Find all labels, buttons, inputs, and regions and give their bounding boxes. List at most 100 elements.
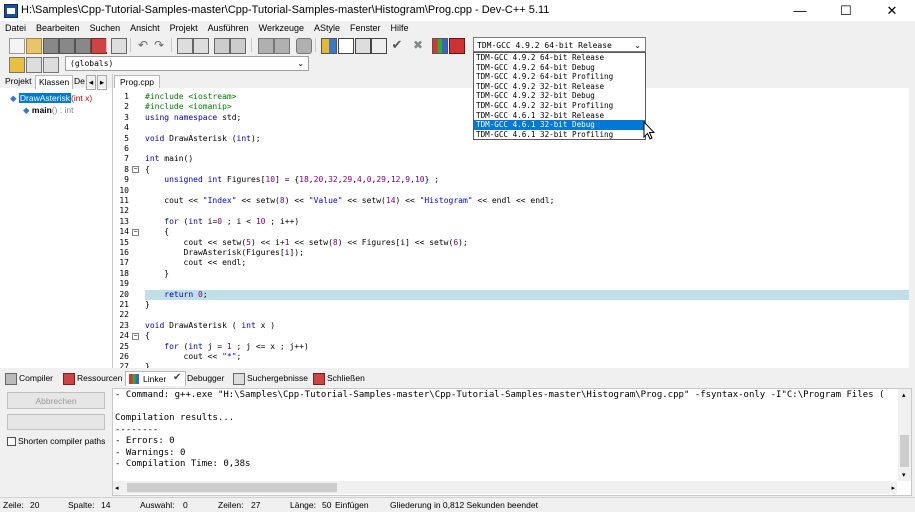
tree-item-drawasterisk[interactable]: ◆ DrawAsterisk(int x) [10, 93, 92, 104]
code-line[interactable]: DrawAsterisk(Figures[i]); [145, 248, 304, 257]
tab-projekt[interactable]: Projekt [2, 75, 34, 88]
line-number: 16 [119, 248, 129, 257]
delete-profile-icon[interactable] [449, 38, 465, 54]
output-vertical-scrollbar[interactable]: ▴ ▾ [898, 389, 911, 481]
menu-projekt[interactable]: Projekt [165, 23, 203, 33]
line-number: 15 [119, 237, 129, 247]
code-line[interactable]: { [145, 165, 150, 174]
compiler-option[interactable]: TDM-GCC 4.9.2 32-bit Release [474, 82, 645, 92]
tab-schliessen[interactable]: Schließen [310, 371, 385, 385]
scrollbar-thumb[interactable] [127, 483, 337, 492]
menu-ausfuehren[interactable]: Ausführen [203, 23, 254, 33]
tab-scroll-left-icon[interactable]: ◂ [86, 75, 96, 90]
scroll-up-icon[interactable]: ▴ [902, 391, 906, 399]
menu-astyle[interactable]: AStyle [309, 23, 345, 33]
editor-scrollbar[interactable] [909, 88, 912, 368]
code-line[interactable]: return 0; [145, 290, 207, 299]
compile-icon[interactable] [321, 38, 337, 54]
code-line[interactable]: cout << endl; [145, 258, 247, 267]
minimize-button[interactable]: — [777, 0, 823, 21]
new-file-icon[interactable] [9, 38, 25, 54]
code-line[interactable]: void DrawAsterisk ( int x ) [145, 321, 275, 330]
fold-toggle-icon[interactable]: − [132, 228, 139, 236]
profile-icon[interactable] [432, 38, 448, 54]
code-line[interactable]: for (int j = 1 ; j <= x ; j++) [145, 342, 309, 351]
tab-scroll-right-icon[interactable]: ▸ [97, 75, 107, 90]
insert-icon[interactable] [9, 57, 25, 73]
goto-line-icon[interactable] [214, 38, 230, 54]
compiler-output[interactable]: - Command: g++.exe "H:\Samples\Cpp-Tutor… [112, 388, 912, 496]
shorten-paths-checkbox[interactable] [7, 437, 16, 446]
menu-suchen[interactable]: Suchen [85, 23, 126, 33]
bookmark-icon[interactable] [230, 38, 246, 54]
menu-fenster[interactable]: Fenster [345, 23, 386, 33]
goto-bookmark-icon[interactable] [43, 57, 59, 73]
menu-hilfe[interactable]: Hilfe [386, 23, 414, 33]
output-horizontal-scrollbar[interactable]: ◂ ▸ [113, 481, 897, 494]
line-number: 21 [119, 300, 129, 309]
code-line[interactable]: #include <iostream> [145, 92, 237, 101]
toggle-bookmark-icon[interactable] [26, 57, 42, 73]
close-all-icon[interactable] [91, 38, 107, 54]
scrollbar-thumb[interactable] [900, 435, 909, 467]
compiler-option[interactable]: TDM-GCC 4.9.2 32-bit Profiling [474, 101, 645, 111]
code-line[interactable]: unsigned int Figures[10] = {18,20,32,29,… [145, 175, 439, 184]
syntax-check-icon[interactable]: ✔ [390, 38, 404, 52]
unindent-icon[interactable] [258, 38, 274, 54]
menu-werkzeuge[interactable]: Werkzeuge [254, 23, 309, 33]
compiler-option[interactable]: TDM-GCC 4.6.1 32-bit Release [474, 111, 645, 121]
code-line[interactable]: int main() [145, 154, 193, 163]
line-number: 26 [119, 352, 129, 361]
save-icon[interactable] [43, 38, 59, 54]
code-line[interactable]: { [145, 331, 150, 340]
tab-klassen[interactable]: Klassen [35, 75, 74, 89]
redo-icon[interactable]: ↷ [152, 38, 166, 52]
compiler-option[interactable]: TDM-GCC 4.6.1 32-bit Profiling [474, 130, 645, 140]
menu-datei[interactable]: Datei [0, 23, 31, 33]
undo-icon[interactable]: ↶ [136, 38, 150, 52]
compiler-select[interactable]: TDM-GCC 4.9.2 64-bit Release ⌄ [473, 37, 646, 52]
globals-select[interactable]: (globals) ⌄ [65, 56, 309, 71]
save-all-icon[interactable] [59, 38, 75, 54]
code-line[interactable]: } [145, 269, 169, 278]
maximize-button[interactable]: ☐ [823, 0, 869, 21]
editor-tab-prog-cpp[interactable]: Prog.cpp [114, 75, 161, 89]
replace-icon[interactable] [193, 38, 209, 54]
fold-toggle-icon[interactable]: − [132, 166, 139, 174]
code-line[interactable]: { [145, 227, 169, 236]
close-button[interactable]: ✕ [869, 0, 915, 21]
stop-execution-icon[interactable]: ✖ [411, 38, 425, 52]
compiler-option[interactable]: TDM-GCC 4.9.2 32-bit Debug [474, 91, 645, 101]
compile-run-icon[interactable] [355, 38, 371, 54]
code-line[interactable]: for (int i=0 ; i < 10 ; i++) [145, 217, 299, 226]
code-line[interactable]: void DrawAsterisk (int); [145, 134, 261, 143]
compiler-option[interactable]: TDM-GCC 4.9.2 64-bit Debug [474, 63, 645, 73]
fold-toggle-icon[interactable]: − [132, 332, 139, 340]
compiler-option[interactable]: TDM-GCC 4.9.2 64-bit Release [474, 53, 645, 63]
code-line[interactable]: #include <iomanip> [145, 102, 232, 111]
open-folder-icon[interactable] [26, 38, 42, 54]
close-file-icon[interactable] [75, 38, 91, 54]
line-number: 17 [119, 258, 129, 268]
toggle-comment-icon[interactable] [296, 38, 312, 54]
menu-bearbeiten[interactable]: Bearbeiten [31, 23, 85, 33]
scroll-right-icon[interactable]: ▸ [891, 484, 895, 492]
code-line[interactable]: cout << "Index" << setw(8) << "Value" <<… [145, 196, 554, 205]
print-icon[interactable] [111, 38, 127, 54]
code-line[interactable]: cout << "*"; [145, 352, 242, 361]
run-icon[interactable] [338, 38, 354, 54]
scroll-down-icon[interactable]: ▾ [902, 471, 906, 479]
code-line[interactable]: cout << setw(5) << i+1 << setw(8) << Fig… [145, 238, 468, 247]
compiler-option-selected[interactable]: TDM-GCC 4.6.1 32-bit Debug [474, 120, 645, 130]
code-line[interactable]: } [145, 362, 150, 368]
tree-item-main[interactable]: ◆ main() : int [23, 105, 74, 116]
scroll-left-icon[interactable]: ◂ [115, 484, 119, 492]
menu-ansicht[interactable]: Ansicht [125, 23, 165, 33]
compiler-option[interactable]: TDM-GCC 4.9.2 64-bit Profiling [474, 72, 645, 82]
abbrechen-button[interactable]: Abbrechen [7, 392, 105, 409]
find-icon[interactable] [177, 38, 193, 54]
code-line[interactable]: } [145, 300, 150, 309]
rebuild-icon[interactable] [371, 38, 387, 54]
code-line[interactable]: using namespace std; [145, 113, 241, 122]
indent-icon[interactable] [274, 38, 290, 54]
